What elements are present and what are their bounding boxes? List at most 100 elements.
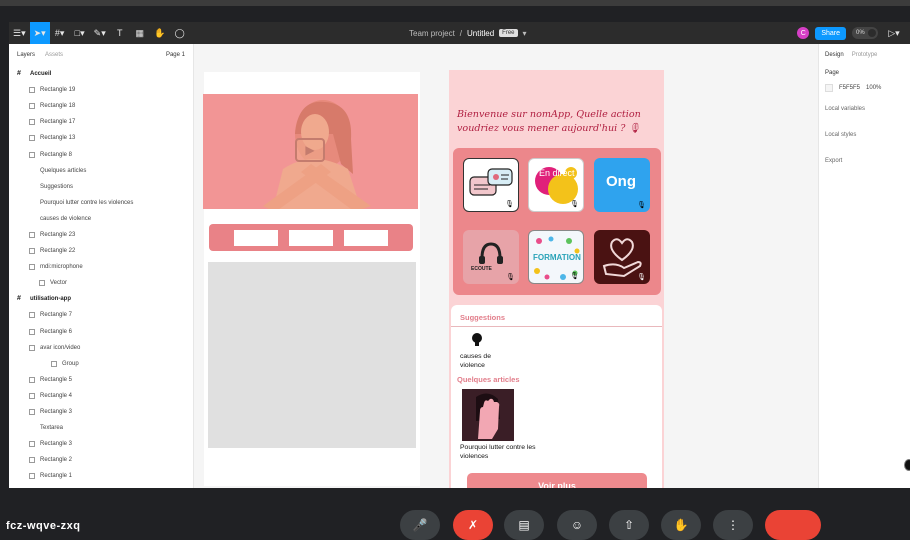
tab-design[interactable]: Design xyxy=(825,52,844,58)
camera-off-icon[interactable]: ✗ xyxy=(453,510,493,540)
microphone-icon[interactable]: 🎙 xyxy=(570,200,579,208)
layer-item[interactable]: causes de violence xyxy=(9,211,193,227)
layer-item[interactable]: Rectangle 17 xyxy=(9,114,193,130)
raise-hand-icon[interactable]: ✋ xyxy=(661,510,701,540)
layer-item[interactable]: Rectangle 1 xyxy=(9,468,193,484)
layer-item[interactable]: Rectangle 2 xyxy=(9,452,193,468)
page-selector[interactable]: Page 1 xyxy=(166,52,185,58)
layer-item[interactable]: avar icon/video xyxy=(9,340,193,356)
microphone-icon[interactable]: 🎙 xyxy=(637,201,646,209)
layer-item[interactable]: Rectangle 22 xyxy=(9,243,193,259)
voir-plus-button[interactable]: Voir plus xyxy=(467,473,647,488)
zoom-toggle[interactable]: 0% xyxy=(852,27,878,39)
layer-item[interactable]: Textarea xyxy=(9,420,193,436)
article-thumbnail[interactable] xyxy=(462,389,514,441)
layer-item[interactable]: Rectangle 13 xyxy=(9,130,193,146)
tile-label: FORMATION xyxy=(533,253,581,262)
layer-item[interactable]: Pourquoi lutter contre les violences xyxy=(9,195,193,211)
figma-window: ☰▾ ➤▾ #▾ □▾ ✎▾ T ▦ ✋ ◯ Team project / Un… xyxy=(9,22,910,488)
layer-item[interactable]: Vector xyxy=(9,275,193,291)
export-section[interactable]: Export xyxy=(819,148,910,174)
causes-link[interactable]: causes de violence xyxy=(460,352,508,370)
move-tool-icon[interactable]: ➤▾ xyxy=(29,22,50,44)
page-color-value[interactable]: F5F5F5 xyxy=(839,85,860,91)
layer-item[interactable]: Rectangle 19 xyxy=(9,82,193,98)
tab-layers[interactable]: Layers xyxy=(17,52,35,58)
meeting-code: fcz-wqve-zxq xyxy=(6,520,81,532)
captions-icon[interactable]: ▤ xyxy=(504,510,544,540)
layer-item[interactable]: Rectangle 23 xyxy=(9,227,193,243)
tile-ong[interactable]: Ong 🎙 xyxy=(594,158,650,212)
option-button[interactable] xyxy=(234,229,279,246)
tile-chat[interactable]: 🎙 xyxy=(463,158,519,212)
emoji-icon[interactable]: ☺ xyxy=(557,510,597,540)
layers-panel: Layers Assets Page 1 # Accueil Rectangle 1… xyxy=(9,44,194,488)
local-variables[interactable]: Local variables xyxy=(819,96,910,122)
rectangle-icon xyxy=(29,151,35,158)
local-styles[interactable]: Local styles xyxy=(819,122,910,148)
layer-label: Rectangle 23 xyxy=(40,231,76,238)
toolbar: ☰▾ ➤▾ #▾ □▾ ✎▾ T ▦ ✋ ◯ Team project / Un… xyxy=(9,22,910,44)
present-screen-icon[interactable]: ⇧ xyxy=(609,510,649,540)
comment-tool-icon[interactable]: ◯ xyxy=(170,22,190,44)
microphone-icon[interactable]: 🎙 xyxy=(506,273,515,281)
layer-item[interactable]: Suggestions xyxy=(9,179,193,195)
frame-accueil[interactable]: Bienvenue sur nomApp, Quelle action voud… xyxy=(449,70,664,488)
layer-label: Rectangle 5 xyxy=(40,376,73,383)
microphone-icon[interactable]: 🎙 xyxy=(505,200,514,208)
tile-aide[interactable]: 🎙 xyxy=(594,230,650,284)
layer-label: Rectangle 19 xyxy=(40,87,76,94)
pen-tool-icon[interactable]: ✎▾ xyxy=(90,22,110,44)
tile-en-direct[interactable]: En direct 🎙 xyxy=(528,158,584,212)
layer-item[interactable]: Rectangle 5 xyxy=(9,372,193,388)
screen: ☰▾ ➤▾ #▾ □▾ ✎▾ T ▦ ✋ ◯ Team project / Un… xyxy=(0,0,910,540)
layer-label: Vector xyxy=(50,280,68,287)
suggestions-title: Suggestions xyxy=(460,313,506,322)
layer-item[interactable]: # Accueil xyxy=(9,66,193,82)
layer-item[interactable]: Quelques articles xyxy=(9,163,193,179)
layer-item[interactable]: Group xyxy=(9,356,193,372)
text-tool-icon[interactable]: T xyxy=(110,22,130,44)
tile-formation[interactable]: FORMATION 🎙 xyxy=(528,230,584,284)
layer-item[interactable]: Rectangle 6 xyxy=(9,324,193,340)
microphone-toggle-icon[interactable]: 🎤 xyxy=(400,510,440,540)
team-name[interactable]: Team project xyxy=(409,29,455,38)
layer-item[interactable]: Rectangle 18 xyxy=(9,98,193,114)
tab-assets[interactable]: Assets xyxy=(45,52,63,58)
page-color-row[interactable]: F5F5F5 100% xyxy=(819,80,910,96)
present-icon[interactable]: ▷▾ xyxy=(884,22,904,44)
resources-icon[interactable]: ▦ xyxy=(130,22,150,44)
play-icon[interactable]: ▶ xyxy=(295,138,325,162)
frame-tool-icon[interactable]: #▾ xyxy=(50,22,70,44)
page-opacity-value[interactable]: 100% xyxy=(866,85,881,91)
share-button[interactable]: Share xyxy=(815,26,846,40)
video-thumbnail[interactable]: ▶ xyxy=(203,94,418,209)
more-options-icon[interactable]: ⋮ xyxy=(713,510,753,540)
avatar[interactable]: C xyxy=(797,27,810,39)
tab-prototype[interactable]: Prototype xyxy=(852,52,878,58)
layer-item[interactable]: Rectangle 4 xyxy=(9,388,193,404)
option-button[interactable] xyxy=(288,229,333,246)
microphone-icon[interactable]: 🎙 xyxy=(570,272,579,280)
shape-tool-icon[interactable]: □▾ xyxy=(70,22,90,44)
layer-item[interactable]: Rectangle 8 xyxy=(9,146,193,162)
breadcrumb-separator: / xyxy=(459,28,463,38)
layer-item[interactable]: # utilisation-app xyxy=(9,291,193,307)
canvas[interactable]: ▶ Bienvenue sur nomApp, Quelle action vo… xyxy=(194,44,818,488)
microphone-icon[interactable]: 🎙 xyxy=(637,273,646,281)
color-swatch[interactable] xyxy=(825,84,833,92)
option-button[interactable] xyxy=(343,229,388,246)
layer-item[interactable]: Rectangle 3 xyxy=(9,436,193,452)
pourquoi-link[interactable]: Pourquoi lutter contre les violences xyxy=(460,443,540,461)
chevron-down-icon[interactable]: ▾ xyxy=(523,29,527,38)
textarea-placeholder[interactable] xyxy=(208,262,416,448)
main-menu-icon[interactable]: ☰▾ xyxy=(9,22,30,44)
rectangle-icon xyxy=(29,87,35,94)
file-name[interactable]: Untitled xyxy=(467,29,494,38)
tile-ecoute[interactable]: ECOUTE 🎙 xyxy=(463,230,519,284)
end-call-button[interactable] xyxy=(765,510,821,540)
layer-item[interactable]: Rectangle 3 xyxy=(9,404,193,420)
layer-item[interactable]: Rectangle 7 xyxy=(9,307,193,323)
hand-tool-icon[interactable]: ✋ xyxy=(150,22,170,44)
layer-item[interactable]: mdi:microphone xyxy=(9,259,193,275)
